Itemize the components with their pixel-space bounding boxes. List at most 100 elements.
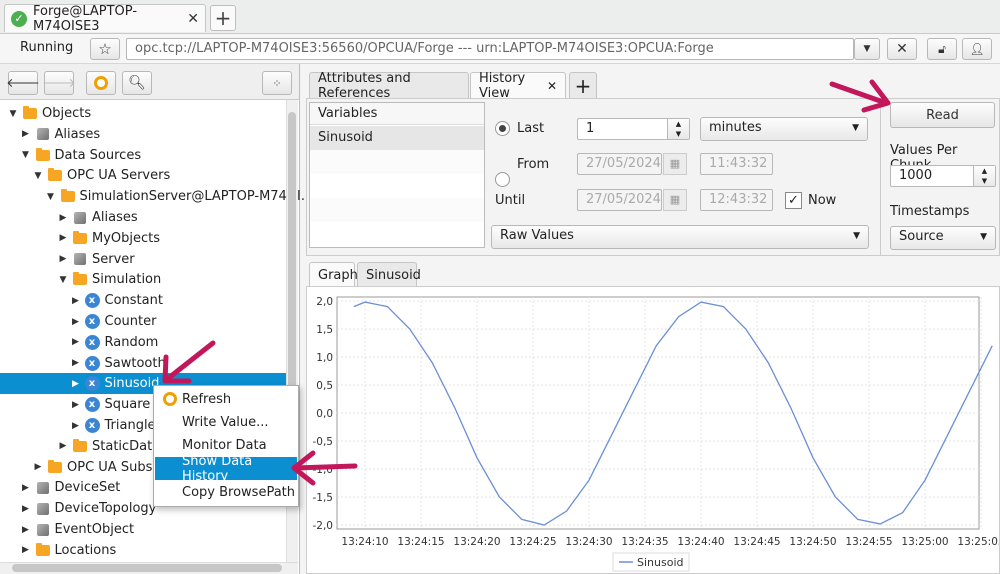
chevron-right-icon[interactable]: ▶ <box>70 358 82 368</box>
disconnect-icon[interactable]: ✕ <box>887 38 917 60</box>
last-radio[interactable] <box>495 121 510 136</box>
tree-item[interactable]: ▶ x Constant <box>0 290 290 311</box>
tree-item[interactable]: ▶ MyObjects <box>0 228 290 249</box>
add-tab-button[interactable]: + <box>569 72 597 98</box>
chevron-right-icon[interactable]: ▶ <box>20 525 32 535</box>
tree-item[interactable]: ▼ Data Sources <box>0 145 290 166</box>
tab-graph[interactable]: Graph <box>309 262 358 288</box>
x-tick-label: 13:24:50 <box>789 536 836 548</box>
tab-label: History View <box>479 70 526 101</box>
chevron-down-icon[interactable]: ▼ <box>7 109 19 119</box>
chevron-right-icon[interactable]: ▶ <box>20 504 32 514</box>
chevron-right-icon[interactable]: ▶ <box>32 462 44 472</box>
chevron-right-icon[interactable]: ▶ <box>57 213 69 223</box>
tree-item[interactable]: ▶ EventObject <box>0 519 290 540</box>
forward-arrow-icon[interactable]: 🡒 <box>42 71 76 95</box>
tree-item[interactable]: ▶ Aliases <box>0 207 290 228</box>
chevron-right-icon[interactable]: ▶ <box>70 337 82 347</box>
tree-item[interactable]: ▶ x Sawtooth <box>0 353 290 374</box>
stepper-arrows-icon[interactable]: ▲ ▼ <box>973 166 995 186</box>
chevron-right-icon[interactable]: ▶ <box>57 233 69 243</box>
chevron-right-icon[interactable]: ▶ <box>70 317 82 327</box>
now-checkbox[interactable]: ✓ <box>785 192 802 209</box>
tree-item[interactable]: ▼ Objects <box>0 103 290 124</box>
calendar-icon[interactable]: ▦ <box>663 153 687 175</box>
chevron-down-icon[interactable]: ▼ <box>32 171 44 181</box>
tab-history-view[interactable]: History View ✕ <box>470 70 566 101</box>
tree-item[interactable]: ▶ x Counter <box>0 311 290 332</box>
connection-tab[interactable]: ✓ Forge@LAPTOP-M74OISE3 ✕ <box>4 4 206 34</box>
menu-item-copy-browsepath[interactable]: Copy BrowsePath <box>155 481 297 504</box>
variable-icon: x <box>84 418 100 433</box>
chevron-right-icon[interactable]: ▶ <box>20 129 32 139</box>
chevron-right-icon[interactable]: ▶ <box>70 400 82 410</box>
folder-icon <box>60 189 75 203</box>
chevron-right-icon[interactable]: ▶ <box>70 379 82 389</box>
back-arrow-icon[interactable]: 🡐 <box>6 71 40 95</box>
star-icon[interactable]: ☆ <box>90 38 120 60</box>
chevron-right-icon[interactable]: ▶ <box>57 441 69 451</box>
chevron-right-icon[interactable]: ▶ <box>70 296 82 306</box>
add-tab-button[interactable]: + <box>210 5 236 31</box>
from-time-field[interactable]: 11:43:32 <box>700 153 773 175</box>
chevron-right-icon[interactable]: ▶ <box>20 545 32 555</box>
tree-item[interactable]: ▶ Locations <box>0 540 290 561</box>
menu-item-refresh[interactable]: Refresh <box>155 388 297 411</box>
graph-panel: 2,0 1,5 1,0 0,5 0,0 -0,5 -1,0 -1,5 -2,0 13:24:10 1… <box>306 286 1000 574</box>
tree-item[interactable]: ▼ OPC UA Servers <box>0 165 290 186</box>
tree-horizontal-scroll-thumb[interactable] <box>12 564 282 572</box>
collapse-all-icon[interactable]: ⁘ <box>262 71 292 95</box>
x-tick-label: 13:24:40 <box>677 536 724 548</box>
aggregate-mode-text: Raw Values <box>500 228 574 243</box>
last-unit-select[interactable]: minutes ▼ <box>700 117 868 141</box>
variable-icon: x <box>84 355 100 371</box>
list-item-empty <box>310 198 484 222</box>
folder-icon <box>73 438 87 452</box>
chevron-right-icon[interactable]: ▶ <box>20 483 32 493</box>
last-value-stepper[interactable]: 1 ▲ ▼ <box>577 118 690 140</box>
chevron-down-icon[interactable]: ▼ <box>20 150 32 160</box>
tree-item-label: Sawtooth <box>104 355 166 371</box>
tab-sinusoid-table[interactable]: Sinusoid <box>357 262 421 288</box>
list-item-empty <box>310 150 484 174</box>
tree-item[interactable]: ▼ SimulationServer@LAPTOP-M74OI... <box>0 186 313 207</box>
user-icon[interactable]: 👤︎ <box>962 38 992 60</box>
tree-item[interactable]: ▶ x Random <box>0 332 290 353</box>
tree-item-label: Objects <box>42 106 92 121</box>
chevron-right-icon[interactable]: ▶ <box>57 254 69 264</box>
search-icon[interactable]: 🔍︎ <box>122 71 152 95</box>
menu-item-write-value[interactable]: Write Value... <box>155 411 297 434</box>
chevron-down-icon[interactable]: ▼ <box>854 38 880 60</box>
variable-icon: x <box>84 376 100 392</box>
until-date-field[interactable]: 27/05/2024 <box>577 189 662 211</box>
tree-item[interactable]: ▶ Aliases <box>0 124 290 145</box>
tab-label: Attributes and References <box>318 70 411 101</box>
check-icon: ✓ <box>11 10 27 27</box>
values-per-chunk-stepper[interactable]: 1000 ▲ ▼ <box>890 165 996 187</box>
stepper-arrows-icon[interactable]: ▲ ▼ <box>667 119 689 139</box>
tree-item-label: SimulationServer@LAPTOP-M74OI... <box>79 189 314 205</box>
url-input[interactable]: opc.tcp://LAPTOP-M74OISE3:56560/OPCUA/Fo… <box>126 38 854 60</box>
chevron-down-icon[interactable]: ▼ <box>45 192 57 202</box>
refresh-icon[interactable] <box>86 71 116 95</box>
from-date-field[interactable]: 27/05/2024 <box>577 153 662 175</box>
lock-icon[interactable]: 🔓︎ <box>927 38 957 60</box>
close-icon[interactable]: ✕ <box>547 79 557 93</box>
chevron-down-icon: ▼ <box>853 231 860 241</box>
tree-vertical-scroll-thumb[interactable] <box>288 112 296 412</box>
menu-item-show-data-history[interactable]: Show Data History <box>155 454 297 484</box>
read-button[interactable]: Read <box>890 102 995 128</box>
tree-item[interactable]: ▶ Server <box>0 249 290 270</box>
tree-item-label: Triangle <box>104 418 156 433</box>
aggregate-mode-select[interactable]: Raw Values ▼ <box>491 225 869 249</box>
close-icon[interactable]: ✕ <box>187 11 199 27</box>
timestamps-select[interactable]: Source ▼ <box>890 226 996 250</box>
chevron-right-icon[interactable]: ▶ <box>70 421 82 431</box>
calendar-icon[interactable]: ▦ <box>663 189 687 211</box>
until-time-field[interactable]: 12:43:32 <box>700 189 773 211</box>
tab-attributes-and-references[interactable]: Attributes and References <box>309 70 469 101</box>
tree-item[interactable]: ▼ Simulation <box>0 269 290 290</box>
list-item[interactable]: Sinusoid <box>310 126 484 150</box>
chevron-down-icon[interactable]: ▼ <box>57 275 69 285</box>
from-radio[interactable] <box>495 172 510 187</box>
